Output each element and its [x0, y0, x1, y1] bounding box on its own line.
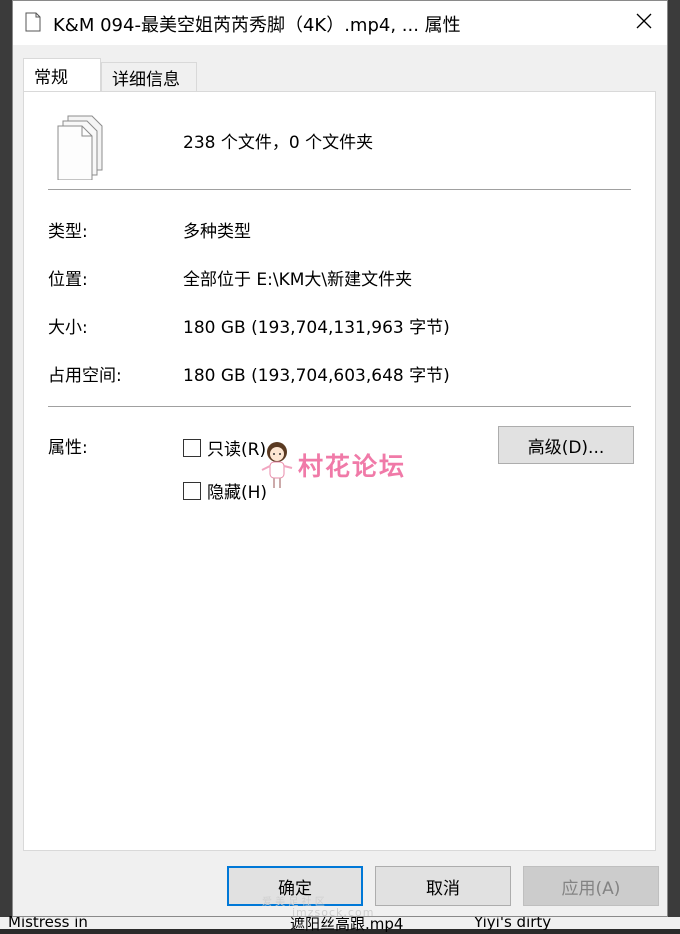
- attributes-label: 属性:: [48, 438, 88, 458]
- size-on-disk-value: 180 GB (193,704,603,648 字节): [183, 366, 450, 386]
- window-title: K&M 094-最美空姐芮芮秀脚（4K）.mp4, ... 属性: [53, 15, 461, 36]
- desktop-background-right: [668, 0, 680, 929]
- size-value: 180 GB (193,704,131,963 字节): [183, 318, 450, 338]
- hidden-checkbox-box[interactable]: [183, 481, 201, 500]
- file-icon: [25, 12, 41, 32]
- divider: [48, 406, 631, 407]
- type-value: 多种类型: [183, 222, 251, 242]
- divider: [48, 189, 631, 190]
- tab-general[interactable]: 常规: [23, 58, 101, 91]
- desktop-background-left: [0, 0, 12, 929]
- watermark: 村花论坛: [260, 440, 406, 490]
- advanced-button[interactable]: 高级(D)...: [498, 426, 634, 464]
- selection-summary: 238 个文件，0 个文件夹: [183, 133, 374, 153]
- title-bar[interactable]: K&M 094-最美空姐芮芮秀脚（4K）.mp4, ... 属性: [13, 1, 667, 45]
- size-on-disk-label: 占用空间:: [48, 366, 122, 386]
- cancel-button[interactable]: 取消: [375, 866, 511, 906]
- location-label: 位置:: [48, 270, 88, 290]
- close-icon: [636, 13, 652, 33]
- watermark-text: 村花论坛: [298, 452, 407, 481]
- apply-button[interactable]: 应用(A): [523, 866, 659, 906]
- hidden-label: 隐藏(H): [207, 483, 268, 503]
- tab-details[interactable]: 详细信息: [101, 62, 197, 91]
- close-button[interactable]: [621, 1, 667, 45]
- readonly-label: 只读(R): [207, 440, 267, 460]
- type-label: 类型:: [48, 222, 88, 242]
- watermark-url: imzsock.com: [292, 906, 375, 919]
- size-label: 大小:: [48, 318, 88, 338]
- multiple-files-icon: [52, 114, 104, 181]
- readonly-checkbox-box[interactable]: [183, 438, 201, 457]
- location-value: 全部位于 E:\KM大\新建文件夹: [183, 270, 413, 290]
- hidden-checkbox[interactable]: 隐藏(H): [183, 478, 267, 503]
- readonly-checkbox[interactable]: 只读(R): [183, 435, 266, 460]
- cartoon-girl-icon: [260, 440, 294, 490]
